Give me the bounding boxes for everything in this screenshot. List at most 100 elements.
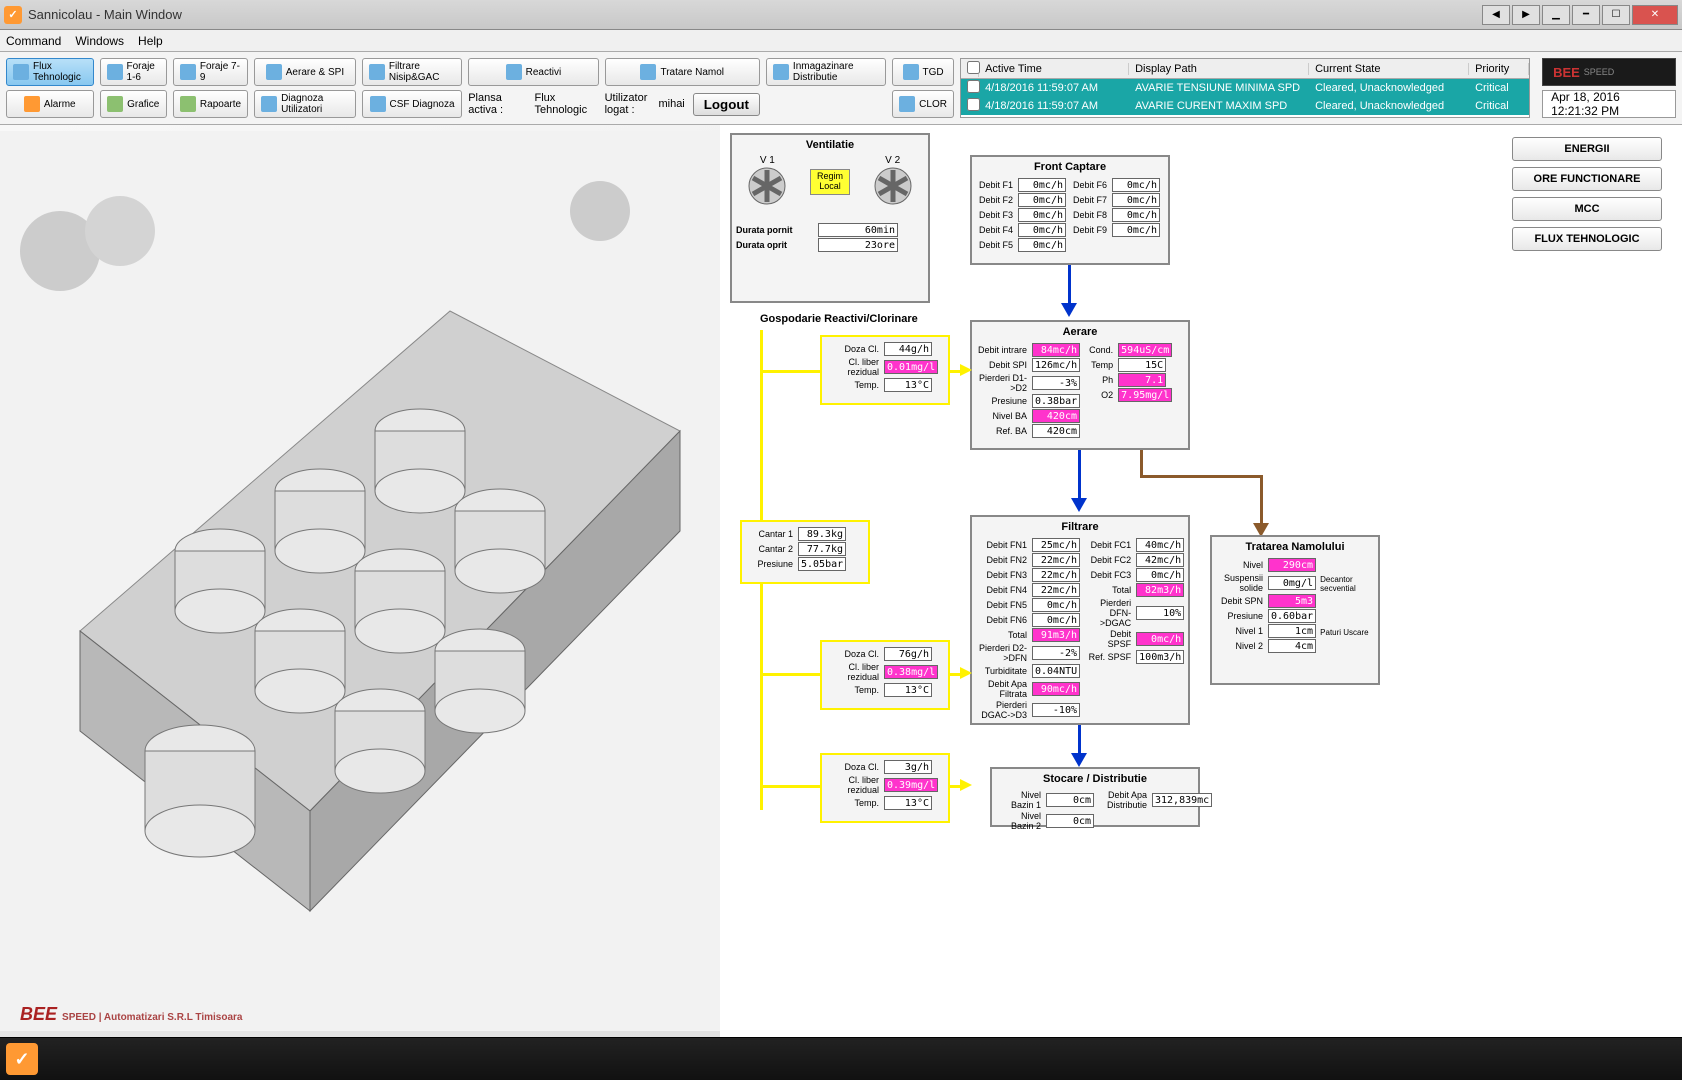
mcc-button[interactable]: MCC <box>1512 197 1662 221</box>
flux-tehnologic-side-button[interactable]: FLUX TEHNOLOGIC <box>1512 227 1662 251</box>
namol-panel: Tratarea Namolului Nivel290cmSuspensii s… <box>1210 535 1380 685</box>
value-display: 0mc/h <box>1018 223 1066 237</box>
value-display: 44g/h <box>884 342 932 356</box>
alarme-button[interactable]: Alarme <box>6 90 94 118</box>
monitor-icon <box>13 64 29 80</box>
value-display: 77.7kg <box>798 542 846 556</box>
tratare-namol-button[interactable]: Tratare Namol <box>605 58 760 86</box>
value-display: 22mc/h <box>1032 568 1080 582</box>
close-button[interactable]: ✕ <box>1632 5 1678 25</box>
window-titlebar: ✓ Sannicolau - Main Window ◀ ▶ ▁ ━ ☐ ✕ <box>0 0 1682 30</box>
value-display: 0.60bar <box>1268 609 1316 623</box>
gear-icon <box>370 96 386 112</box>
fan-icon <box>873 166 913 206</box>
filtrare-button[interactable]: Filtrare Nisip&GAC <box>362 58 462 86</box>
monitor-icon <box>107 64 123 80</box>
value-display: 10% <box>1136 606 1184 620</box>
reactivi1-panel: Doza Cl.44g/hCl. liber rezidual0.01mg/lT… <box>820 335 950 405</box>
inmagazinare-button[interactable]: Inmagazinare Distributie <box>766 58 886 86</box>
beespeed-logo: BEESPEED <box>1542 58 1676 86</box>
value-display: 420cm <box>1032 409 1080 423</box>
taskbar[interactable]: ✓ <box>0 1038 1682 1080</box>
clor-button[interactable]: CLOR <box>892 90 954 118</box>
value-display: 7.1 <box>1118 373 1166 387</box>
scroll-right-button[interactable]: ▶ <box>1512 5 1540 25</box>
maximize-button[interactable]: ☐ <box>1602 5 1630 25</box>
fan-icon <box>747 166 787 206</box>
ore-functionare-button[interactable]: ORE FUNCTIONARE <box>1512 167 1662 191</box>
reactivi-button[interactable]: Reactivi <box>468 58 598 86</box>
filtrare-panel: Filtrare Debit FN125mc/hDebit FN222mc/hD… <box>970 515 1190 725</box>
collapse-button[interactable]: ▁ <box>1542 5 1570 25</box>
csf-diagnoza-button[interactable]: CSF Diagnoza <box>362 90 462 118</box>
value-display: 89.3kg <box>798 527 846 541</box>
value-display: 0mc/h <box>1112 178 1160 192</box>
value-display: 4cm <box>1268 639 1316 653</box>
energii-button[interactable]: ENERGII <box>1512 137 1662 161</box>
col-priority[interactable]: Priority <box>1469 63 1529 75</box>
value-display: 312,839mc <box>1152 793 1212 807</box>
start-button[interactable]: ✓ <box>6 1043 38 1075</box>
value-display: 7.95mg/l <box>1118 388 1172 402</box>
tgd-button[interactable]: TGD <box>892 58 954 86</box>
value-display: 0mc/h <box>1018 193 1066 207</box>
value-display: 0mc/h <box>1112 208 1160 222</box>
stocare-panel: Stocare / Distributie Nivel Bazin 10cmNi… <box>990 767 1200 827</box>
reactivi2-panel: Doza Cl.76g/hCl. liber rezidual0.38mg/lT… <box>820 640 950 710</box>
value-display: 420cm <box>1032 424 1080 438</box>
diagnoza-utilizatori-button[interactable]: Diagnoza Utilizatori <box>254 90 356 118</box>
col-active-time[interactable]: Active Time <box>979 63 1129 75</box>
v1-label: V 1 <box>747 155 787 166</box>
menu-command[interactable]: Command <box>6 34 61 48</box>
regim-local-badge: Regim Local <box>810 169 850 195</box>
foraje79-button[interactable]: Foraje 7-9 <box>173 58 248 86</box>
value-display: 0mc/h <box>1136 568 1184 582</box>
logout-button[interactable]: Logout <box>693 93 760 116</box>
menu-windows[interactable]: Windows <box>75 34 124 48</box>
value-display: 0.38bar <box>1032 394 1080 408</box>
gear-icon <box>261 96 277 112</box>
monitor-icon <box>369 64 385 80</box>
value-display: 22mc/h <box>1032 583 1080 597</box>
monitor-icon <box>899 96 915 112</box>
foraje16-button[interactable]: Foraje 1-6 <box>100 58 167 86</box>
value-display: 126mc/h <box>1032 358 1080 372</box>
value-display: 0.01mg/l <box>884 360 938 374</box>
ventilatie-panel: Ventilatie V 1 Regim Local V 2 Durata po… <box>730 133 930 303</box>
process-panels: ENERGII ORE FUNCTIONARE MCC FLUX TEHNOLO… <box>720 125 1682 1037</box>
alarm-row[interactable]: 4/18/2016 11:59:07 AM AVARIE CURENT MAXI… <box>961 97 1529 115</box>
alarm-row[interactable]: 4/18/2016 11:59:07 AM AVARIE TENSIUNE MI… <box>961 79 1529 97</box>
alarm-table: Active Time Display Path Current State P… <box>960 58 1530 118</box>
rapoarte-button[interactable]: Rapoarte <box>173 90 248 118</box>
grafice-button[interactable]: Grafice <box>100 90 167 118</box>
col-display-path[interactable]: Display Path <box>1129 63 1309 75</box>
scroll-left-button[interactable]: ◀ <box>1482 5 1510 25</box>
value-display: 25mc/h <box>1032 538 1080 552</box>
report-icon <box>180 96 196 112</box>
value-display: -2% <box>1032 646 1080 660</box>
value-display: 22mc/h <box>1032 553 1080 567</box>
monitor-icon <box>903 64 919 80</box>
value-display: 100m3/h <box>1136 650 1184 664</box>
value-display: 90mc/h <box>1032 682 1080 696</box>
decantor-label: Decantor secvential <box>1320 575 1374 593</box>
value-display: 290cm <box>1268 558 1316 572</box>
monitor-icon <box>506 64 522 80</box>
monitor-icon <box>773 64 789 80</box>
menu-help[interactable]: Help <box>138 34 163 48</box>
value-display: -3% <box>1032 376 1080 390</box>
flux-tehnologic-button[interactable]: Flux Tehnologic <box>6 58 94 86</box>
col-current-state[interactable]: Current State <box>1309 63 1469 75</box>
value-display: 0.04NTU <box>1032 664 1080 678</box>
durata-pornit-value: 60min <box>818 223 898 237</box>
aerare-spi-button[interactable]: Aerare & SPI <box>254 58 356 86</box>
monitor-icon <box>180 64 196 80</box>
cantar-panel: Cantar 189.3kgCantar 277.7kgPresiune5.05… <box>740 520 870 584</box>
value-display: 0cm <box>1046 793 1094 807</box>
value-display: 82m3/h <box>1136 583 1184 597</box>
minimize-button[interactable]: ━ <box>1572 5 1600 25</box>
paturi-label: Paturi Uscare <box>1320 628 1374 637</box>
value-display: 5.05bar <box>798 557 846 571</box>
window-title: Sannicolau - Main Window <box>28 7 1480 22</box>
alarm-header: Active Time Display Path Current State P… <box>961 59 1529 79</box>
